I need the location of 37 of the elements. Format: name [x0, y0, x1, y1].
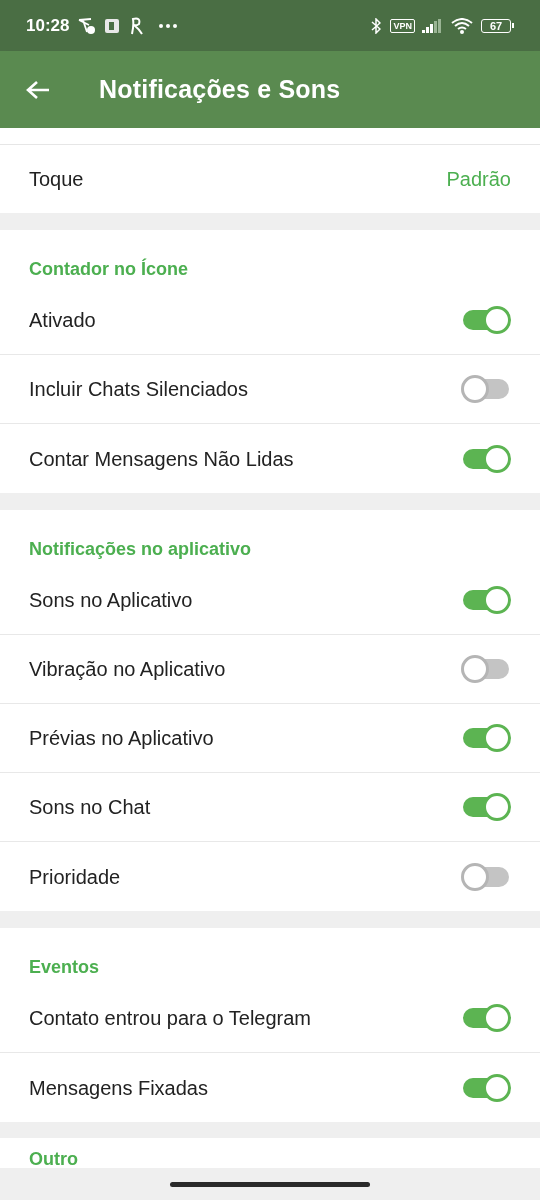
setting-label: Ativado [29, 308, 96, 333]
setting-label: Vibração no Aplicativo [29, 657, 226, 682]
toggle-switch[interactable] [461, 862, 511, 891]
vpn-badge: VPN [390, 18, 415, 33]
home-indicator[interactable] [170, 1181, 370, 1187]
app-icon [105, 18, 120, 33]
section-header: Notificações no aplicativo [29, 537, 252, 561]
setting-label: Contar Mensagens Não Lidas [29, 446, 294, 472]
setting-label: Contato entrou para o Telegram [29, 1006, 312, 1031]
toggle-switch[interactable] [461, 375, 511, 403]
setting-label: Prioridade [29, 864, 121, 890]
toggle-switch[interactable] [461, 306, 511, 334]
toggle-switch[interactable] [461, 655, 511, 683]
setting-value: Padrão [446, 167, 511, 192]
section-header: Eventos [29, 955, 100, 979]
setting-label: Sons no Aplicativo [29, 588, 193, 613]
wifi-icon [451, 17, 473, 34]
toggle-switch[interactable] [461, 444, 511, 473]
status-time: 10:28 [26, 14, 70, 37]
setting-label: Sons no Chat [29, 795, 151, 820]
setting-label: Mensagens Fixadas [29, 1075, 208, 1101]
back-arrow-icon[interactable] [26, 79, 50, 100]
toggle-switch[interactable] [461, 586, 511, 614]
bluetooth-icon [371, 17, 382, 34]
toggle-switch[interactable] [461, 1004, 511, 1032]
toolbar-title: Notificações e Sons [99, 73, 341, 105]
toggle-switch[interactable] [461, 1073, 511, 1102]
setting-label: Prévias no Aplicativo [29, 726, 214, 751]
app-icon [129, 16, 144, 35]
signal-icon [422, 18, 442, 33]
toggle-switch[interactable] [461, 793, 511, 821]
setting-label: Incluir Chats Silenciados [29, 377, 248, 402]
battery-icon: 67 [481, 18, 514, 33]
toggle-switch[interactable] [461, 724, 511, 752]
section-header: Contador no Ícone [29, 257, 188, 281]
more-icon [159, 23, 178, 28]
section-header: Outro [29, 1149, 78, 1169]
